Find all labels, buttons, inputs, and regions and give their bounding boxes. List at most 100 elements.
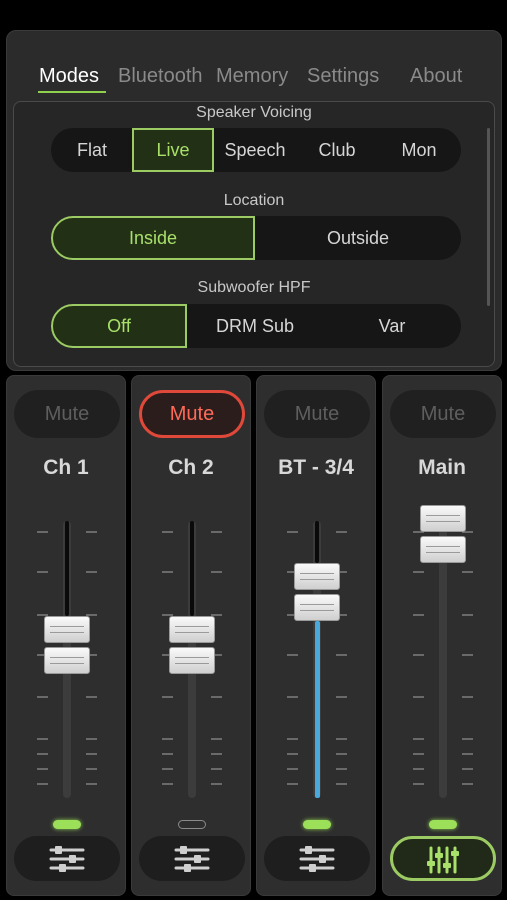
fader-knob[interactable]	[169, 615, 215, 676]
fader-scale-tick	[287, 696, 298, 698]
voicing-option-speech[interactable]: Speech	[214, 128, 296, 172]
location-title: Location	[223, 192, 285, 209]
fader-scale-tick	[413, 614, 424, 616]
hpf-option-off[interactable]: Off	[51, 304, 187, 348]
fader-scale-tick	[336, 738, 347, 740]
speaker-voicing-selector: Flat Live Speech Club Mon	[51, 128, 461, 172]
location-selector: Inside Outside	[51, 216, 461, 260]
fader-scale-tick	[211, 753, 222, 755]
fader-track-upper	[190, 521, 194, 616]
channel-settings-button[interactable]	[139, 836, 245, 881]
sliders-icon	[174, 846, 210, 872]
fader-scale-tick	[413, 571, 424, 573]
fader-scale-tick	[37, 531, 48, 533]
active-tab-indicator	[38, 91, 106, 93]
fader-scale-tick	[37, 571, 48, 573]
fader-scale-tick	[462, 654, 473, 656]
channel-name: Ch 2	[168, 456, 214, 479]
modes-settings-box[interactable]: Speaker Voicing Flat Live Speech Club Mo…	[13, 101, 495, 367]
fader-knob[interactable]	[44, 615, 90, 676]
fader-scale-tick	[211, 768, 222, 770]
channel-strip-3: Mute BT - 3/4	[256, 375, 376, 896]
fader-scale-tick	[211, 696, 222, 698]
fader-scale-tick	[86, 753, 97, 755]
location-option-inside[interactable]: Inside	[51, 216, 255, 260]
fader-scale-tick	[462, 753, 473, 755]
hpf-option-var[interactable]: Var	[323, 304, 461, 348]
fader-scale-tick	[287, 783, 298, 785]
channel-name: Main	[418, 456, 466, 479]
fader-scale-tick	[336, 531, 347, 533]
voicing-option-live[interactable]: Live	[132, 128, 214, 172]
fader-scale-tick	[336, 783, 347, 785]
signal-led-icon	[178, 820, 206, 829]
fader-scale-tick	[211, 571, 222, 573]
fader-scale-tick	[162, 783, 173, 785]
channel-strip-1: Mute Ch 1	[6, 375, 126, 896]
voicing-option-mon[interactable]: Mon	[378, 128, 460, 172]
tab-bluetooth[interactable]: Bluetooth	[118, 65, 203, 88]
mute-button[interactable]: Mute	[390, 390, 496, 438]
location-option-outside[interactable]: Outside	[255, 216, 461, 260]
fader-scale-tick	[86, 768, 97, 770]
fader-scale-tick	[86, 531, 97, 533]
hpf-option-drm-sub[interactable]: DRM Sub	[187, 304, 323, 348]
fader-scale-tick	[336, 753, 347, 755]
mute-button[interactable]: Mute	[264, 390, 370, 438]
fader-scale-tick	[162, 768, 173, 770]
channel-settings-button[interactable]	[264, 836, 370, 881]
subwoofer-hpf-title: Subwoofer HPF	[197, 279, 311, 296]
voicing-option-flat[interactable]: Flat	[51, 128, 133, 172]
fader-scale-tick	[287, 654, 298, 656]
fader-scale-tick	[336, 654, 347, 656]
fader-scale-tick	[287, 768, 298, 770]
fader-scale-tick	[162, 696, 173, 698]
fader-scale-tick	[37, 768, 48, 770]
fader-scale-tick	[413, 696, 424, 698]
fader-scale-tick	[162, 753, 173, 755]
channel-name: BT - 3/4	[278, 456, 354, 479]
fader-scale-tick	[162, 738, 173, 740]
fader-scale-tick	[413, 753, 424, 755]
sliders-icon	[49, 846, 85, 872]
fader-scale-tick	[336, 696, 347, 698]
fader-scale-tick	[462, 738, 473, 740]
fader-scale-tick	[413, 768, 424, 770]
fader-scale-tick	[37, 753, 48, 755]
fader-scale-tick	[86, 783, 97, 785]
signal-led-icon	[303, 820, 331, 829]
fader-scale-tick	[287, 531, 298, 533]
fader-scale-tick	[86, 571, 97, 573]
fader-scale-tick	[162, 531, 173, 533]
fader-knob[interactable]	[420, 504, 466, 565]
fader-scale-tick	[162, 571, 173, 573]
tab-about[interactable]: About	[410, 65, 462, 88]
fader-scale-tick	[211, 783, 222, 785]
channel-settings-button[interactable]	[390, 836, 496, 881]
fader-scale-tick	[413, 654, 424, 656]
fader-level-fill	[315, 621, 320, 798]
mute-button[interactable]: Mute	[14, 390, 120, 438]
fader-scale-tick	[462, 783, 473, 785]
signal-led-icon	[53, 820, 81, 829]
fader-scale-tick	[287, 753, 298, 755]
mute-button[interactable]: Mute	[139, 390, 245, 438]
fader-knob[interactable]	[294, 563, 340, 623]
fader-scale-tick	[462, 696, 473, 698]
vertical-sliders-icon	[427, 846, 459, 874]
fader-track-upper	[315, 521, 319, 564]
fader-scale-tick	[413, 783, 424, 785]
channel-settings-button[interactable]	[14, 836, 120, 881]
fader-scale-tick	[37, 783, 48, 785]
fader-scale-tick	[37, 696, 48, 698]
signal-led-icon	[429, 820, 457, 829]
channel-strip-4: Mute Main	[382, 375, 502, 896]
tab-settings[interactable]: Settings	[307, 65, 379, 88]
fader-scale-tick	[37, 738, 48, 740]
tab-memory[interactable]: Memory	[216, 65, 288, 88]
tab-modes[interactable]: Modes	[39, 65, 99, 88]
voicing-option-club[interactable]: Club	[296, 128, 378, 172]
channel-strip-2: Mute Ch 2	[131, 375, 251, 896]
fader-scale-tick	[462, 571, 473, 573]
fader-scale-tick	[462, 768, 473, 770]
